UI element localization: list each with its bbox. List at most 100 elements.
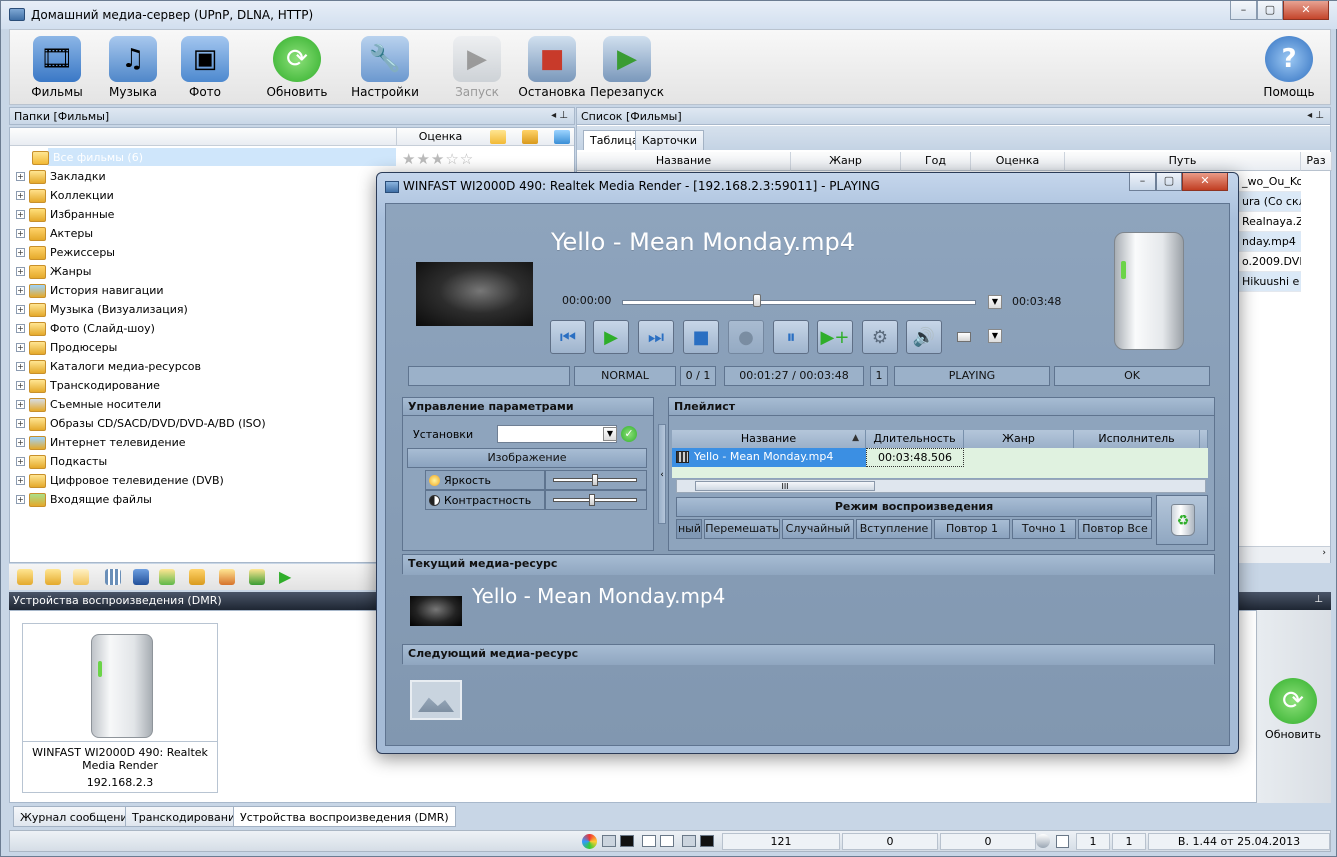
mute-button[interactable]: 🔊 xyxy=(906,320,942,354)
image-button[interactable]: Изображение xyxy=(407,448,647,468)
expand-icon[interactable]: + xyxy=(16,438,25,447)
mode-repeat-one[interactable]: Повтор 1 xyxy=(934,519,1010,539)
expand-icon[interactable]: + xyxy=(16,267,25,276)
help-button[interactable]: ? Помощь xyxy=(1250,34,1328,102)
pl-col-artist[interactable]: Исполнитель xyxy=(1074,430,1200,448)
seek-dropdown[interactable]: ▼ xyxy=(988,295,1002,309)
add-to-playlist-button[interactable]: ▶+ xyxy=(817,320,853,354)
next-button[interactable]: ⏭ xyxy=(638,320,674,354)
mode-repeat-all[interactable]: Повтор Все xyxy=(1078,519,1152,539)
playlist-hscrollbar[interactable]: III xyxy=(676,479,1206,493)
clear-playlist-button[interactable]: ♻ xyxy=(1156,495,1208,545)
tree-item[interactable]: + Закладки xyxy=(16,167,106,186)
close-button[interactable]: ✕ xyxy=(1283,1,1329,20)
tree-item[interactable]: + Съемные носители xyxy=(16,395,161,414)
pl-col-genre[interactable]: Жанр xyxy=(964,430,1074,448)
tree-item[interactable]: + Фото (Слайд-шоу) xyxy=(16,319,155,338)
photo-button[interactable]: ▣ Фото xyxy=(166,34,244,102)
music-button[interactable]: ♫ Музыка xyxy=(94,34,172,102)
swatch-black[interactable] xyxy=(620,835,634,847)
expand-icon[interactable]: + xyxy=(16,362,25,371)
tree-item[interactable]: + Музыка (Визуализация) xyxy=(16,300,188,319)
maximize-button[interactable]: ▢ xyxy=(1257,1,1283,20)
col-size[interactable]: Раз xyxy=(1301,152,1332,171)
key-icon[interactable] xyxy=(189,569,205,585)
playlist-row-genre[interactable] xyxy=(964,448,1074,467)
refresh-folder-icon[interactable] xyxy=(159,569,175,585)
status-checkbox[interactable] xyxy=(1056,835,1069,848)
tree-item[interactable]: + Входящие файлы xyxy=(16,490,152,509)
pin-icon[interactable]: ◂ ⊥ xyxy=(1307,110,1324,121)
col-path[interactable]: Путь xyxy=(1065,152,1301,171)
volume-dropdown[interactable]: ▼ xyxy=(988,329,1002,343)
mode-intro[interactable]: Вступление xyxy=(856,519,932,539)
tree-item[interactable]: + История навигации xyxy=(16,281,164,300)
rating-stars[interactable]: ★★★☆☆ xyxy=(402,150,474,168)
pin-icon[interactable]: ⊥ xyxy=(1314,594,1323,605)
brightness-handle[interactable] xyxy=(592,474,598,486)
tab-transcoding[interactable]: Транскодирование xyxy=(125,806,249,827)
dmr-refresh-button[interactable]: ⟳ Обновить xyxy=(1256,610,1331,803)
col-rating[interactable]: Оценка xyxy=(971,152,1065,171)
volume-slider[interactable] xyxy=(957,332,971,342)
add-folder-icon[interactable] xyxy=(17,569,33,585)
restart-button[interactable]: ▶ Перезапуск xyxy=(588,34,666,102)
tree-item[interactable]: + Образы CD/SACD/DVD/DVD-A/BD (ISO) xyxy=(16,414,266,433)
tree-item[interactable]: + Продюсеры xyxy=(16,338,117,357)
pin-icon[interactable]: ◂ ⊥ xyxy=(551,110,568,121)
sort-icon[interactable] xyxy=(554,130,570,144)
swatch-gray-2[interactable] xyxy=(682,835,696,847)
player-maximize-button[interactable]: ▢ xyxy=(1156,173,1182,191)
mode-exact-one[interactable]: Точно 1 xyxy=(1012,519,1076,539)
swatch-white-2[interactable] xyxy=(660,835,674,847)
expand-icon[interactable]: + xyxy=(16,305,25,314)
contrast-handle[interactable] xyxy=(589,494,596,506)
tree-item[interactable]: + Избранные xyxy=(16,205,114,224)
tab-cards[interactable]: Карточки xyxy=(635,130,704,150)
path-cell[interactable]: Realnaya.Zi xyxy=(1239,212,1301,232)
minimize-button[interactable]: – xyxy=(1230,1,1257,20)
tree-item[interactable]: + Подкасты xyxy=(16,452,107,471)
expand-icon[interactable]: + xyxy=(16,381,25,390)
path-cell[interactable]: _wo_Ou_Ko xyxy=(1239,172,1301,192)
expand-icon[interactable]: + xyxy=(16,476,25,485)
swatch-gray[interactable] xyxy=(602,835,616,847)
expand-icon[interactable]: + xyxy=(16,210,25,219)
expand-icon[interactable]: + xyxy=(16,457,25,466)
pause-button[interactable]: ⏸ xyxy=(773,320,809,354)
path-cell[interactable]: ura (Со скл xyxy=(1239,192,1301,212)
key-icon[interactable] xyxy=(522,130,538,144)
playlist-row-name[interactable]: Yello - Mean Monday.mp4 xyxy=(672,448,866,467)
play-icon[interactable]: ▶ xyxy=(279,569,295,585)
swatch-white[interactable] xyxy=(642,835,656,847)
save-icon[interactable] xyxy=(133,569,149,585)
tab-dmr-devices[interactable]: Устройства воспроизведения (DMR) xyxy=(233,806,456,827)
color-icon[interactable] xyxy=(582,834,597,849)
record-button[interactable]: ● xyxy=(728,320,764,354)
stop-button[interactable]: ■ xyxy=(683,320,719,354)
seek-handle[interactable] xyxy=(752,294,761,307)
tree-item[interactable]: + Транскодирование xyxy=(16,376,160,395)
tree-item[interactable]: + Интернет телевидение xyxy=(16,433,186,452)
apply-icon[interactable]: ✓ xyxy=(621,426,637,442)
seek-bar[interactable] xyxy=(622,300,976,305)
expand-icon[interactable]: + xyxy=(16,495,25,504)
actors-filter-icon[interactable] xyxy=(490,130,506,144)
actors-icon[interactable] xyxy=(219,569,235,585)
tree-item[interactable]: + Каталоги медиа-ресурсов xyxy=(16,357,201,376)
tree-item[interactable]: + Жанры xyxy=(16,262,91,281)
col-genre[interactable]: Жанр xyxy=(791,152,901,171)
stop-button[interactable]: ■ Остановка xyxy=(513,34,591,102)
pl-col-name[interactable]: Название ▲ xyxy=(672,430,866,448)
add-file-icon[interactable] xyxy=(45,569,61,585)
tree-item[interactable]: + Режиссеры xyxy=(16,243,115,262)
expand-icon[interactable]: + xyxy=(16,286,25,295)
tab-messages-log[interactable]: Журнал сообщений xyxy=(13,806,142,827)
player-settings-button[interactable]: ⚙ xyxy=(862,320,898,354)
expand-icon[interactable]: + xyxy=(16,229,25,238)
cloud-icon[interactable] xyxy=(73,569,89,585)
scroll-right-icon[interactable]: › xyxy=(1322,548,1326,558)
player-minimize-button[interactable]: – xyxy=(1129,173,1156,191)
play-button[interactable]: ▶ xyxy=(593,320,629,354)
expand-icon[interactable]: + xyxy=(16,343,25,352)
